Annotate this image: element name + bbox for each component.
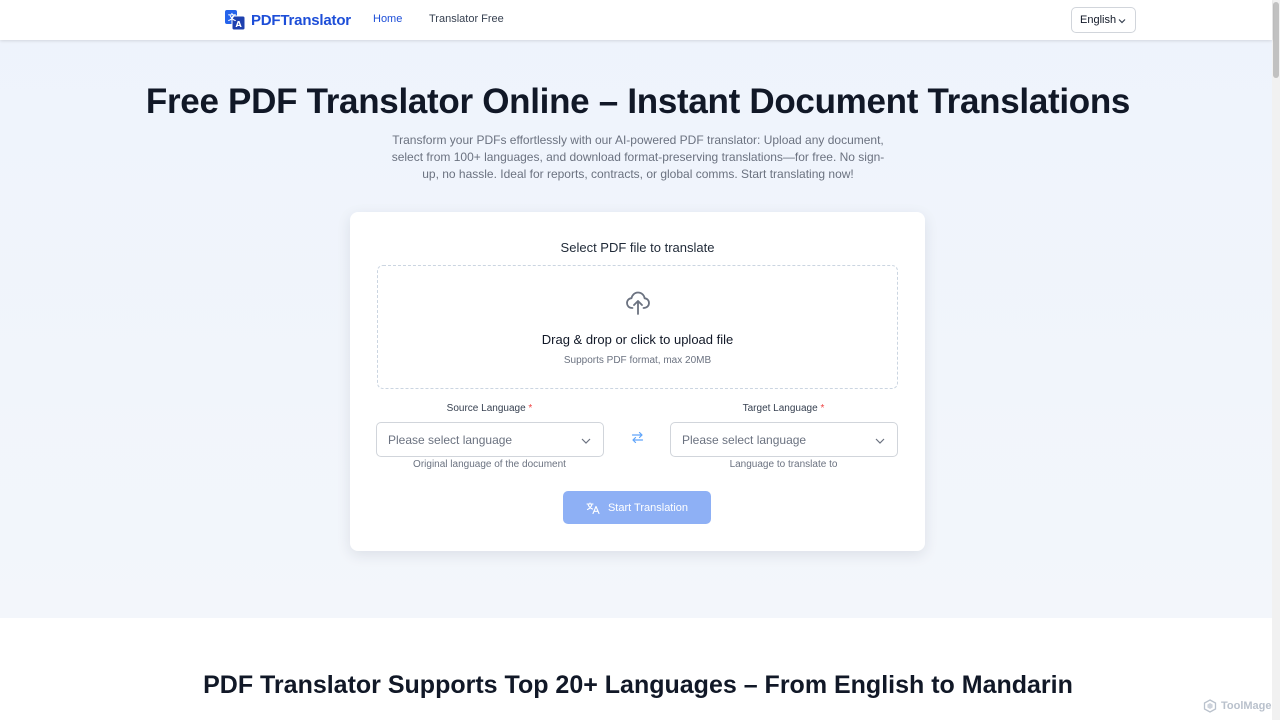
source-language-label: Source Language *: [446, 403, 533, 414]
source-language-helper: Original language of the document: [413, 459, 566, 470]
nav-link-home[interactable]: Home: [373, 13, 402, 25]
watermark: ToolMage: [1203, 699, 1272, 713]
logo-text: PDFTranslator: [251, 11, 351, 29]
start-translation-label: Start Translation: [607, 501, 689, 514]
cloud-upload-icon: [626, 291, 650, 315]
logo-icon: 文 A: [224, 9, 246, 31]
page-description: Transform your PDFs effortlessly with ou…: [391, 133, 885, 181]
upload-card-title: Select PDF file to translate: [560, 240, 715, 255]
scrollbar-thumb[interactable]: [1273, 2, 1279, 78]
dropzone-subtext: Supports PDF format, max 20MB: [563, 355, 712, 366]
dropzone-text: Drag & drop or click to upload file: [541, 332, 734, 347]
nav-link-translator-free[interactable]: Translator Free: [429, 13, 504, 25]
target-language-label: Target Language *: [742, 403, 825, 414]
swap-arrows-icon[interactable]: [631, 431, 644, 444]
source-language-placeholder: Please select language: [388, 433, 513, 447]
start-translation-button[interactable]: Start Translation: [563, 491, 711, 524]
source-language-select[interactable]: Please select language: [376, 422, 604, 457]
required-mark: *: [820, 403, 825, 414]
upload-card: Select PDF file to translate Drag & drop…: [350, 212, 925, 551]
file-dropzone[interactable]: Drag & drop or click to upload file Supp…: [377, 265, 898, 389]
watermark-text: ToolMage: [1221, 700, 1272, 712]
target-language-select[interactable]: Please select language: [670, 422, 898, 457]
chevron-down-icon: [875, 438, 885, 444]
target-language-helper: Language to translate to: [729, 459, 838, 470]
target-language-placeholder: Please select language: [682, 433, 807, 447]
svg-text:A: A: [236, 20, 243, 29]
language-selector-label: English: [1080, 14, 1117, 26]
language-selector[interactable]: English: [1071, 7, 1136, 33]
chevron-down-icon: [581, 438, 591, 444]
toolmage-logo-icon: [1203, 699, 1217, 713]
languages-section-title: PDF Translator Supports Top 20+ Language…: [203, 671, 1073, 699]
required-mark: *: [528, 403, 533, 414]
site-logo[interactable]: 文 A PDFTranslator: [224, 9, 351, 31]
page-title: Free PDF Translator Online – Instant Doc…: [145, 82, 1131, 121]
top-navbar: 文 A PDFTranslator Home Translator Free E…: [0, 0, 1272, 40]
chevron-down-icon: [1118, 19, 1126, 24]
page-scrollbar[interactable]: [1272, 0, 1280, 720]
translate-icon: [586, 501, 600, 514]
